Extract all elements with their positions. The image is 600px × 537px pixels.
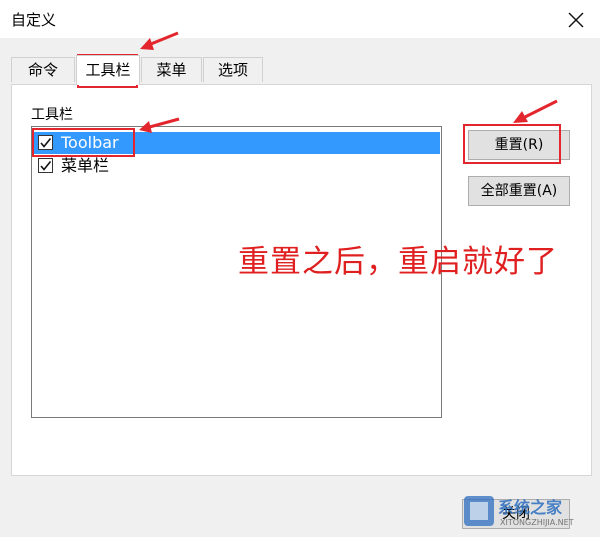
- watermark-brand: 系统之家: [498, 498, 563, 517]
- arrow-icon: [513, 99, 558, 123]
- close-icon[interactable]: [563, 7, 589, 33]
- reset-all-button[interactable]: 全部重置(A): [468, 176, 570, 206]
- tab-commands[interactable]: 命令: [11, 57, 75, 82]
- arrow-icon: [140, 31, 179, 50]
- check-icon: [40, 160, 52, 171]
- list-item-label: 菜单栏: [61, 156, 110, 175]
- window-title: 自定义: [11, 11, 57, 29]
- menubar-checkbox[interactable]: [38, 158, 53, 173]
- annotation-text: 重置之后，重启就好了: [238, 244, 558, 280]
- list-item-menubar[interactable]: 菜单栏: [34, 155, 440, 177]
- tab-toolbars[interactable]: 工具栏: [76, 55, 140, 85]
- tab-options[interactable]: 选项: [203, 57, 263, 82]
- tab-menus[interactable]: 菜单: [141, 57, 202, 82]
- watermark-url: XITONGZHIJIA.NET: [500, 518, 574, 527]
- toolbar-group-label: 工具栏: [31, 107, 73, 123]
- title-bar: 自定义: [0, 0, 600, 38]
- toolbar-item-highlight-box: [32, 128, 135, 157]
- arrow-icon: [139, 117, 180, 133]
- reset-button-highlight-box: [463, 124, 561, 164]
